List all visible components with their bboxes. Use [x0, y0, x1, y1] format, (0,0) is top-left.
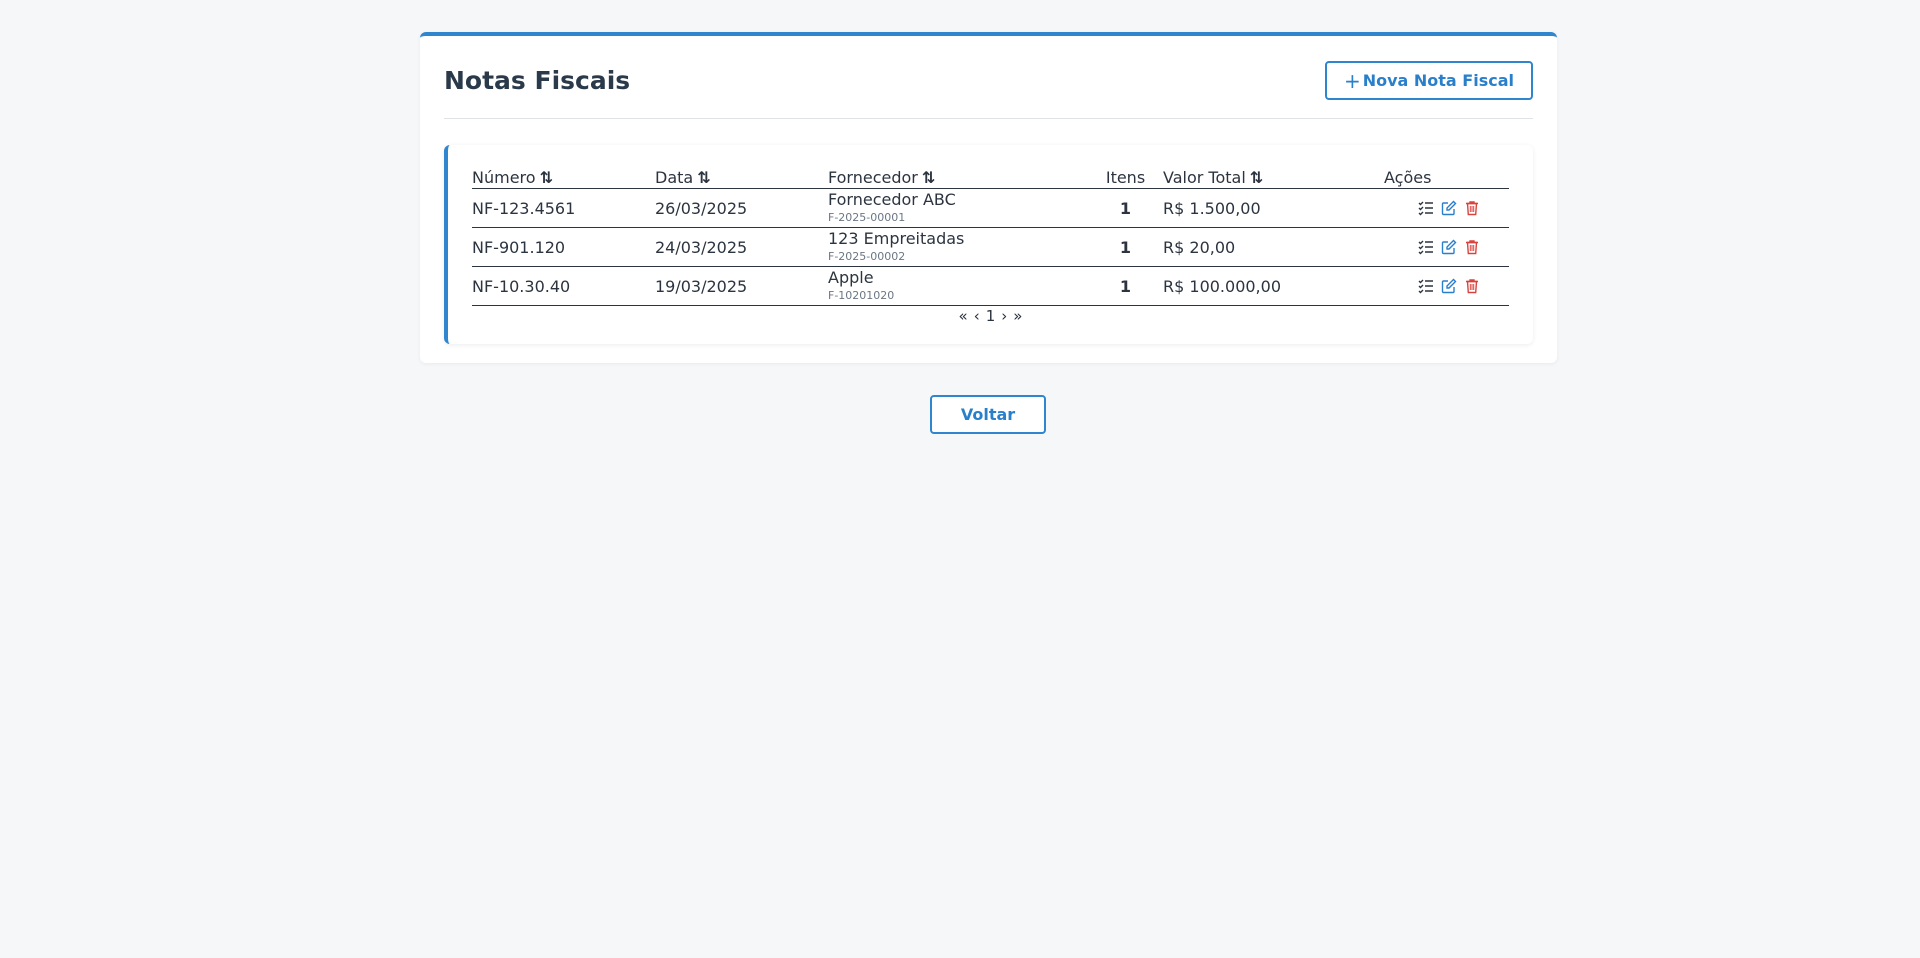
sort-icon[interactable]: ⇅ — [697, 168, 710, 187]
back-button[interactable]: Voltar — [930, 395, 1046, 434]
pagination: « ‹ 1 › » — [472, 306, 1509, 326]
plus-icon: + — [1343, 68, 1361, 93]
cell-fornecedor: Fornecedor ABC F-2025-00001 — [828, 191, 1088, 225]
cell-numero: NF-901.120 — [472, 237, 566, 257]
column-header-data[interactable]: Data ⇅ — [655, 168, 828, 187]
cell-numero: NF-123.4561 — [472, 198, 576, 218]
prev-page-button[interactable]: ‹ — [974, 307, 980, 325]
column-header-numero[interactable]: Número ⇅ — [472, 168, 655, 187]
cell-data: 26/03/2025 — [655, 198, 748, 218]
supplier-name: Apple — [828, 268, 874, 287]
trash-icon[interactable] — [1464, 200, 1480, 216]
cell-valor-total: R$ 1.500,00 — [1163, 198, 1261, 218]
edit-icon[interactable] — [1441, 200, 1457, 216]
table-row: NF-10.30.40 19/03/2025 Apple F-10201020 … — [472, 267, 1509, 306]
cell-itens: 1 — [1119, 237, 1132, 257]
new-invoice-label: Nova Nota Fiscal — [1362, 71, 1514, 90]
supplier-code: F-2025-00001 — [828, 211, 906, 224]
cell-data: 24/03/2025 — [655, 237, 748, 257]
supplier-code: F-10201020 — [828, 289, 895, 302]
current-page[interactable]: 1 — [986, 307, 996, 325]
edit-icon[interactable] — [1441, 278, 1457, 294]
cell-data: 19/03/2025 — [655, 276, 748, 296]
new-invoice-button[interactable]: + Nova Nota Fiscal — [1324, 61, 1533, 100]
cell-itens: 1 — [1119, 198, 1132, 218]
column-header-itens: Itens — [1105, 168, 1146, 187]
cell-acoes — [1384, 278, 1509, 294]
table-row: NF-123.4561 26/03/2025 Fornecedor ABC F-… — [472, 189, 1509, 228]
table-header-row: Número ⇅ Data ⇅ Fornecedor ⇅ Itens Valor… — [472, 145, 1509, 189]
list-check-icon[interactable] — [1418, 239, 1434, 255]
card-header: Notas Fiscais + Nova Nota Fiscal — [444, 36, 1533, 119]
sort-icon[interactable]: ⇅ — [922, 168, 935, 187]
supplier-name: Fornecedor ABC — [828, 190, 956, 209]
invoices-table: Número ⇅ Data ⇅ Fornecedor ⇅ Itens Valor… — [472, 145, 1509, 326]
trash-icon[interactable] — [1464, 239, 1480, 255]
trash-icon[interactable] — [1464, 278, 1480, 294]
list-check-icon[interactable] — [1418, 278, 1434, 294]
sort-icon[interactable]: ⇅ — [1250, 168, 1263, 187]
first-page-button[interactable]: « — [959, 307, 968, 325]
edit-icon[interactable] — [1441, 239, 1457, 255]
next-page-button[interactable]: › — [1001, 307, 1007, 325]
cell-fornecedor: 123 Empreitadas F-2025-00002 — [828, 230, 1088, 264]
column-header-fornecedor[interactable]: Fornecedor ⇅ — [828, 168, 1088, 187]
cell-valor-total: R$ 100.000,00 — [1163, 276, 1281, 296]
column-header-valor-total[interactable]: Valor Total ⇅ — [1163, 168, 1384, 187]
table-panel: Número ⇅ Data ⇅ Fornecedor ⇅ Itens Valor… — [444, 145, 1533, 344]
page-title: Notas Fiscais — [444, 66, 631, 95]
sort-icon[interactable]: ⇅ — [540, 168, 553, 187]
cell-valor-total: R$ 20,00 — [1163, 237, 1236, 257]
cell-acoes — [1384, 239, 1509, 255]
cell-fornecedor: Apple F-10201020 — [828, 269, 1088, 303]
invoices-card: Notas Fiscais + Nova Nota Fiscal Número … — [420, 32, 1557, 363]
supplier-name: 123 Empreitadas — [828, 229, 965, 248]
cell-acoes — [1384, 200, 1509, 216]
cell-itens: 1 — [1119, 276, 1132, 296]
column-header-acoes: Ações — [1384, 168, 1432, 187]
list-check-icon[interactable] — [1418, 200, 1434, 216]
table-row: NF-901.120 24/03/2025 123 Empreitadas F-… — [472, 228, 1509, 267]
last-page-button[interactable]: » — [1013, 307, 1022, 325]
cell-numero: NF-10.30.40 — [472, 276, 571, 296]
supplier-code: F-2025-00002 — [828, 250, 906, 263]
